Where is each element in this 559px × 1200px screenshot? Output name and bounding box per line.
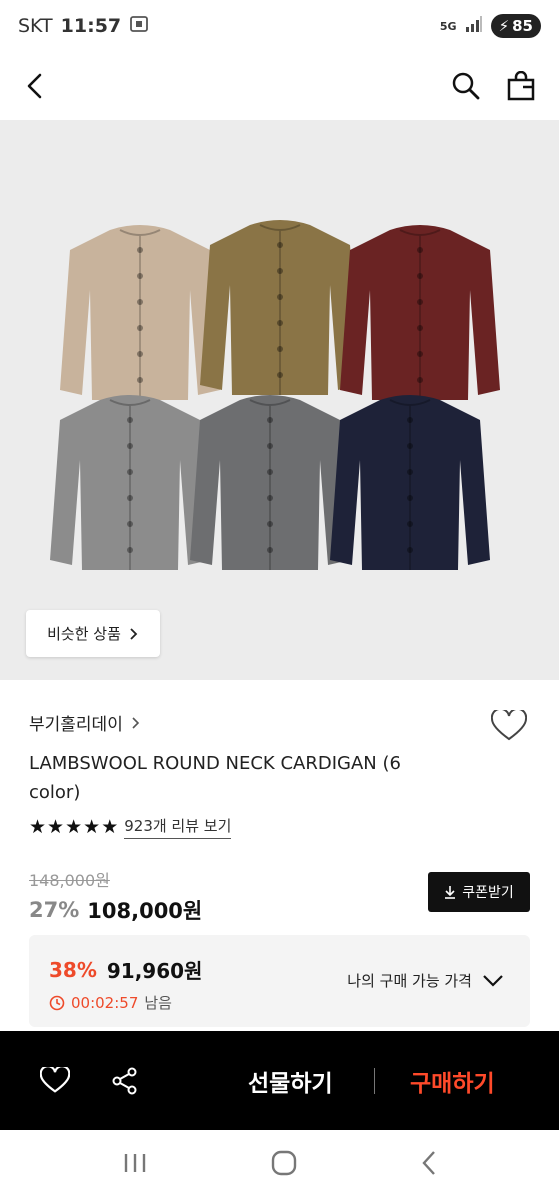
search-button[interactable] — [451, 71, 481, 101]
timer-value: 00:02:57 — [71, 993, 139, 1012]
home-button[interactable] — [271, 1150, 297, 1180]
heart-icon — [40, 1067, 70, 1093]
cardigan-item — [50, 395, 210, 570]
signal-icon — [465, 16, 483, 36]
wishlist-button[interactable] — [490, 707, 528, 746]
my-discount: 38% — [49, 957, 97, 982]
brand-link[interactable]: 부기홀리데이 — [29, 710, 530, 735]
back-arrow-icon — [27, 73, 42, 99]
back-arrow-icon — [421, 1151, 435, 1175]
top-nav-actions — [451, 71, 535, 101]
download-icon — [445, 886, 456, 899]
star-icon: ★ — [101, 815, 119, 838]
system-back-button[interactable] — [420, 1150, 438, 1180]
star-icon: ★ — [83, 815, 101, 838]
chevron-right-icon — [132, 716, 139, 729]
timer-suffix: 남음 — [144, 994, 172, 1012]
cardigan-item — [200, 220, 360, 395]
share-icon — [112, 1067, 137, 1094]
buy-button[interactable]: 구매하기 — [410, 1031, 495, 1130]
carrier: SKT — [18, 15, 53, 37]
discount-rate: 27% — [29, 898, 80, 922]
search-icon — [452, 72, 480, 100]
product-image[interactable]: 비슷한 상품 — [0, 120, 559, 680]
bolt-icon: ⚡ — [498, 17, 510, 35]
my-price-label: 나의 구매 가능 가격 — [347, 972, 472, 990]
product-info: 부기홀리데이 LAMBSWOOL ROUND NECK CARDIGAN (6 … — [0, 700, 559, 925]
brand-name: 부기홀리데이 — [29, 715, 123, 735]
chevron-right-icon — [130, 627, 138, 640]
star-icon: ★ — [29, 815, 47, 838]
cardigan-item — [60, 225, 220, 400]
cart-button[interactable] — [507, 71, 535, 101]
home-icon — [271, 1150, 296, 1176]
sale-price: 108,000원 — [87, 899, 203, 923]
top-nav — [0, 52, 559, 120]
share-button[interactable] — [90, 1067, 160, 1095]
cardigan-item — [330, 395, 490, 570]
chevron-down-icon — [483, 974, 503, 987]
star-icon: ★ — [65, 815, 83, 838]
my-price-box[interactable]: 38% 91,960원 00:02:57 남음 나의 구매 가능 가격 — [29, 935, 530, 1027]
status-right: 5G ⚡ 85 — [440, 14, 541, 38]
cardigan-item — [190, 395, 350, 570]
shopping-bag-icon — [507, 71, 535, 101]
heart-icon — [490, 707, 528, 741]
star-rating: ★ ★ ★ ★ ★ — [29, 815, 119, 838]
screenshot-icon — [129, 14, 149, 39]
similar-products-label: 비슷한 상품 — [47, 625, 121, 643]
status-bar: SKT 11:57 5G ⚡ 85 — [0, 0, 559, 52]
coupon-button[interactable]: 쿠폰받기 — [428, 872, 530, 912]
timer-row: 00:02:57 남음 — [49, 992, 510, 1013]
cardigan-illustration — [50, 220, 500, 570]
recent-apps-icon — [124, 1154, 145, 1172]
star-icon: ★ — [47, 815, 65, 838]
similar-products-button[interactable]: 비슷한 상품 — [26, 610, 160, 657]
network-label: 5G — [439, 19, 457, 33]
gift-button[interactable]: 선물하기 — [248, 1031, 333, 1130]
my-price-toggle[interactable]: 나의 구매 가능 가격 — [347, 970, 504, 991]
battery-indicator: ⚡ 85 — [490, 14, 541, 38]
system-nav — [0, 1130, 559, 1200]
coupon-label: 쿠폰받기 — [462, 885, 514, 901]
rating-row: ★ ★ ★ ★ ★ 923개 리뷰 보기 — [29, 815, 530, 839]
clock: 11:57 — [60, 15, 122, 37]
clock-icon — [49, 995, 65, 1010]
bottom-action-bar: 선물하기 구매하기 — [0, 1031, 559, 1130]
recent-apps-button[interactable] — [122, 1152, 148, 1178]
status-left: SKT 11:57 — [18, 14, 149, 39]
divider — [374, 1068, 375, 1094]
my-price: 91,960원 — [106, 959, 203, 983]
back-button[interactable] — [24, 72, 46, 100]
cardigan-item — [340, 225, 500, 400]
review-link[interactable]: 923개 리뷰 보기 — [124, 815, 232, 839]
like-button[interactable] — [20, 1067, 90, 1094]
battery-level: 85 — [512, 17, 533, 35]
product-title: LAMBSWOOL ROUND NECK CARDIGAN (6 color) — [29, 753, 401, 803]
